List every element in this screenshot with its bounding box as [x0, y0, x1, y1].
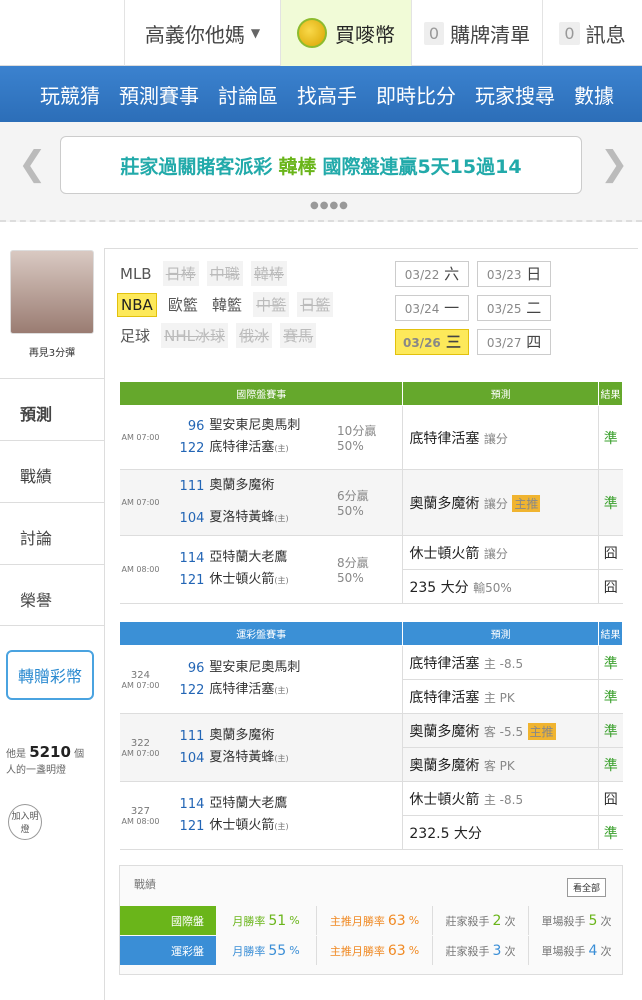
league-item: NHL冰球	[161, 323, 228, 348]
banner-headline[interactable]: 莊家過關賭客派彩 韓棒 國際盤連贏5天15過14	[60, 136, 582, 194]
featured-badge: 主推	[512, 494, 541, 512]
featured-badge: 主推	[527, 722, 556, 740]
league-item: 韓棒	[250, 261, 287, 286]
msg-label: 訊息	[585, 22, 626, 47]
table-header: 國際盤賽事	[118, 381, 404, 406]
league-item[interactable]: 韓籃	[209, 292, 245, 317]
result-mark: 準	[597, 679, 623, 714]
table-row: 324 AM 07:00 96 122 聖安東尼奧馬刺 底特律活塞(主) 底特律活塞 …	[119, 645, 623, 714]
tab-predictions[interactable]: 預測	[0, 378, 104, 440]
buy-coins-button[interactable]: 買嘜幣	[280, 0, 411, 66]
tab-honors[interactable]: 榮譽	[0, 564, 104, 626]
table-row: 327 AM 08:00 114 121 亞特蘭大老鷹 休士頓火箭(主) 休士頓火箭 …	[119, 781, 623, 850]
nav-item[interactable]: 預測賽事	[119, 80, 199, 109]
join-follow-button[interactable]: 加入明燈	[8, 804, 42, 840]
user-menu[interactable]: 高義你他媽 ▼	[124, 0, 280, 66]
date-button[interactable]: 03/23 日	[477, 261, 552, 287]
table-row: 322 AM 07:00 111 104 奧蘭多魔術 夏洛特黃蜂(主) 奧蘭多魔術 客…	[119, 713, 623, 782]
result-mark: 囧	[597, 535, 623, 570]
nav-item[interactable]: 數據	[574, 80, 614, 109]
lottery-table: 運彩盤賽事 預測 結果 324 AM 07:00 96 122 聖安東尼奧馬刺 底特律活塞…	[118, 621, 624, 850]
stats-row: 運彩盤 月勝率 55% 主推月勝率 63% 莊家殺手 3 次 單場殺手 4 次	[120, 936, 624, 965]
main-content: MLB 日棒 中職 韓棒 NBA 歐籃 韓籃 中籃 日籃 足球 NHL冰球 俄冰…	[104, 248, 638, 1000]
result-mark: 準	[597, 645, 623, 680]
result-mark: 準	[597, 469, 623, 536]
tab-record[interactable]: 戰績	[0, 440, 104, 502]
date-button[interactable]: 03/24 一	[395, 295, 469, 321]
table-row: AM 08:00 114 121 亞特蘭大老鷹 休士頓火箭(主) 8分贏 50% 休士…	[119, 535, 623, 604]
stats-title: 戰績	[134, 878, 156, 891]
table-header: 結果	[597, 621, 624, 646]
league-item: 日籃	[297, 292, 334, 317]
result-mark: 準	[597, 713, 623, 748]
banner-text: 國際盤連贏5天15過14	[322, 155, 522, 178]
table-header: 運彩盤賽事	[118, 621, 404, 646]
intl-table: 國際盤賽事 預測 結果 AM 07:00 96 122 聖安東尼奧馬刺 底特律活塞(主)…	[118, 381, 624, 604]
avatar[interactable]	[10, 250, 94, 334]
nav-item[interactable]: 找高手	[297, 80, 357, 109]
league-item[interactable]: 歐籃	[165, 292, 201, 317]
table-header: 預測	[402, 381, 599, 406]
msg-count: 0	[559, 21, 580, 45]
league-mlb[interactable]: MLB	[117, 263, 155, 285]
league-item: 中籃	[253, 292, 290, 317]
date-selector: 03/22 六 03/23 日 03/24 一 03/25 二 03/26 三 …	[395, 261, 635, 363]
banner-highlight: 韓棒	[278, 155, 317, 178]
tab-discussion[interactable]: 討論	[0, 502, 104, 564]
purchase-list-button[interactable]: 0 購牌清單	[411, 0, 542, 66]
table-header: 結果	[597, 381, 624, 406]
result-mark: 準	[597, 815, 623, 850]
result-mark: 囧	[597, 781, 623, 816]
date-button-selected[interactable]: 03/26 三	[395, 329, 469, 355]
nav-item[interactable]: 玩競猜	[40, 80, 100, 109]
gift-coins-button[interactable]: 轉贈彩幣	[6, 650, 94, 700]
date-button[interactable]: 03/27 四	[477, 329, 552, 355]
messages-button[interactable]: 0 訊息	[542, 0, 642, 66]
chevron-down-icon: ▼	[250, 26, 261, 40]
profile-name: 再見3分彈	[28, 348, 76, 359]
stats-panel: 戰績 看全部 國際盤 月勝率 51% 主推月勝率 63% 莊家殺手 2 次 單場殺手 5 次…	[119, 865, 623, 975]
league-item: 俄冰	[236, 323, 273, 348]
chevron-left-icon[interactable]: ❮	[18, 144, 47, 184]
list-label: 購牌清單	[450, 22, 531, 47]
view-all-button[interactable]: 看全部	[566, 878, 606, 897]
result-mark: 囧	[597, 569, 623, 604]
league-item: 日棒	[162, 261, 199, 286]
league-item: 中職	[206, 261, 243, 286]
league-nba[interactable]: NBA	[117, 293, 157, 317]
nav-item[interactable]: 討論區	[218, 80, 278, 109]
chevron-right-icon[interactable]: ❯	[600, 144, 629, 184]
follower-count: 他是 5210 個人的一盞明燈	[6, 743, 85, 776]
nav-item[interactable]: 玩家搜尋	[475, 80, 555, 109]
result-mark: 準	[597, 747, 623, 782]
table-row: AM 07:00 111 104 奧蘭多魔術 夏洛特黃蜂(主) 6分贏 50% 奧蘭多…	[119, 469, 623, 536]
user-name: 高義你他媽	[144, 22, 245, 47]
league-filter: MLB 日棒 中職 韓棒 NBA 歐籃 韓籃 中籃 日籃 足球 NHL冰球 俄冰…	[117, 261, 389, 354]
buy-label: 買嘜幣	[335, 22, 395, 47]
top-bar: 高義你他媽 ▼ 買嘜幣 0 購牌清單 0 訊息	[0, 0, 642, 66]
carousel-dots[interactable]: ●●●●	[310, 200, 349, 211]
league-soccer[interactable]: 足球	[117, 323, 153, 348]
date-button[interactable]: 03/25 二	[477, 295, 552, 321]
profile-sidebar: 再見3分彈 預測 戰績 討論 榮譽 轉贈彩幣 他是 5210 個人的一盞明燈 加…	[0, 248, 104, 1000]
list-count: 0	[423, 21, 445, 45]
table-row: AM 07:00 96 122 聖安東尼奧馬刺 底特律活塞(主) 10分贏 50% 底…	[119, 405, 623, 470]
stats-row: 國際盤 月勝率 51% 主推月勝率 63% 莊家殺手 2 次 單場殺手 5 次	[120, 906, 624, 935]
result-mark: 準	[597, 405, 623, 470]
news-banner: ❮ 莊家過關賭客派彩 韓棒 國際盤連贏5天15過14 ❯ ●●●●	[0, 122, 642, 222]
banner-text: 莊家過關賭客派彩	[120, 155, 273, 178]
table-header: 預測	[402, 621, 599, 646]
date-button[interactable]: 03/22 六	[395, 261, 469, 287]
coin-icon	[297, 18, 327, 48]
league-item: 賽馬	[280, 323, 317, 348]
main-nav: 玩競猜 預測賽事 討論區 找高手 即時比分 玩家搜尋 數據	[0, 66, 642, 122]
nav-item[interactable]: 即時比分	[376, 80, 456, 109]
